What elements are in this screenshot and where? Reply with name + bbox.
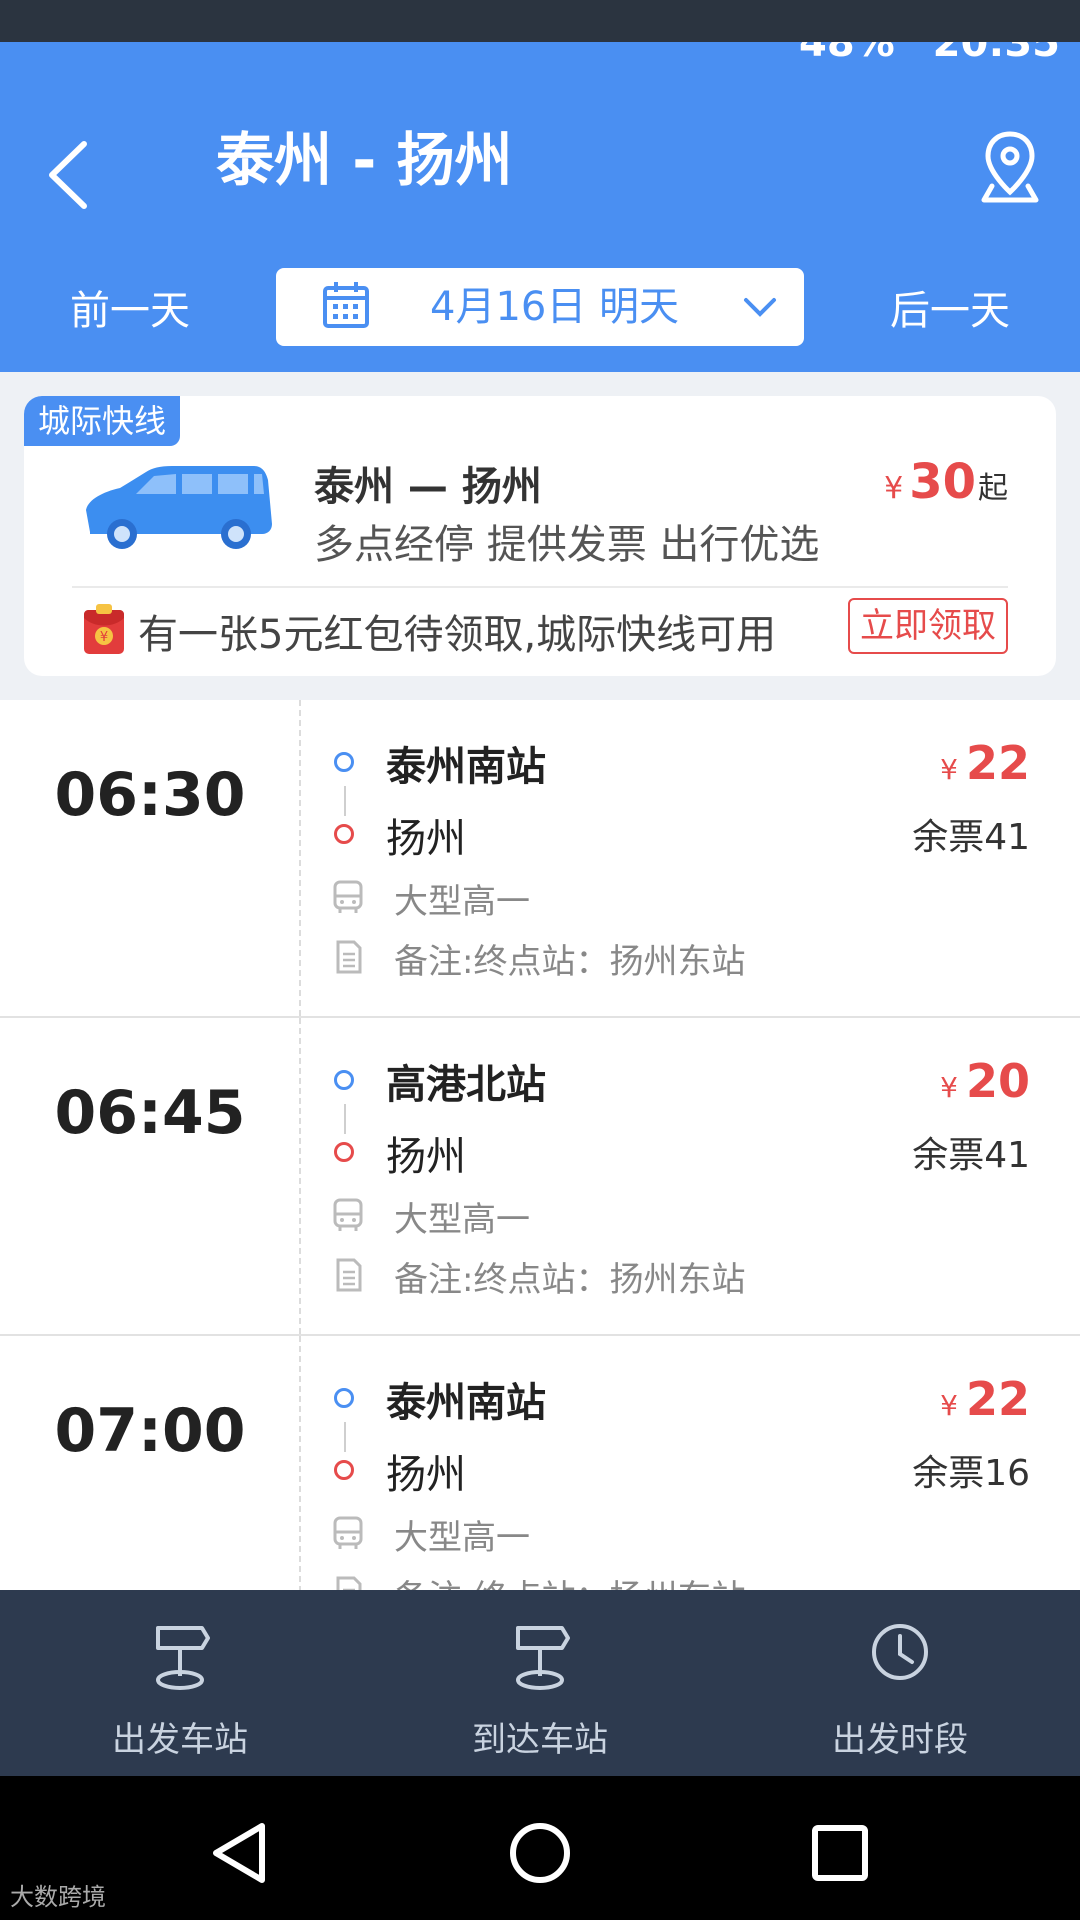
van-icon bbox=[86, 466, 272, 549]
trip-row[interactable]: 06:45 高港北站 扬州 ¥20 余票41 大型高一 备注:终点站：扬州东站 bbox=[0, 1018, 1080, 1336]
date-picker[interactable]: 4月16日 明天 bbox=[276, 268, 804, 346]
destination-dot-icon bbox=[334, 824, 354, 844]
nav-home-icon[interactable] bbox=[505, 1818, 575, 1888]
price-amount: 22 bbox=[965, 1372, 1030, 1426]
destination: 扬州 bbox=[386, 1452, 466, 1498]
trip-note: 备注:终点站：扬州东站 bbox=[394, 1260, 746, 1300]
next-day-button[interactable]: 后一天 bbox=[890, 278, 1010, 336]
battery-level: 48% bbox=[798, 42, 895, 66]
map-location-button[interactable] bbox=[978, 128, 1042, 208]
header: 48% 20:35 泰州 - 扬州 前一天 4月16日 明天 后一天 bbox=[0, 42, 1080, 372]
trip-row[interactable]: 06:30 泰州南站 扬州 ¥22 余票41 大型高一 备注:终点站：扬州东站 bbox=[0, 700, 1080, 1018]
trip-note: 备注:终点站：扬州东站 bbox=[394, 942, 746, 982]
filter-label: 到达车站 bbox=[472, 1720, 608, 1760]
divider bbox=[299, 700, 301, 1016]
promo-price: ¥30起 bbox=[884, 454, 1008, 510]
note-icon bbox=[336, 1258, 362, 1292]
route-connector bbox=[344, 786, 346, 816]
status-bar bbox=[0, 0, 1080, 42]
bus-type: 大型高一 bbox=[394, 1200, 530, 1240]
departure-time: 06:45 bbox=[54, 1078, 246, 1148]
origin-station: 泰州南站 bbox=[386, 744, 546, 790]
origin-dot-icon bbox=[334, 752, 354, 772]
intercity-express-card[interactable]: 城际快线 泰州 — 扬州 多点经停 提供发票 出行优选 ¥30起 ¥ 有一张5元… bbox=[24, 396, 1056, 676]
divider bbox=[72, 586, 1008, 588]
currency-symbol: ¥ bbox=[940, 1389, 958, 1422]
origin-dot-icon bbox=[334, 1388, 354, 1408]
origin-dot-icon bbox=[334, 1070, 354, 1090]
clock: 20:35 bbox=[932, 42, 1060, 66]
chevron-down-icon bbox=[744, 298, 776, 317]
filter-bar: 出发车站 到达车站 出发时段 bbox=[0, 1590, 1080, 1776]
back-arrow-icon bbox=[49, 141, 87, 209]
destination-dot-icon bbox=[334, 1460, 354, 1480]
ticket-price: ¥20 bbox=[940, 1054, 1030, 1108]
prev-day-button[interactable]: 前一天 bbox=[70, 278, 190, 336]
station-sign-icon bbox=[156, 1626, 210, 1690]
promo-badge: 城际快线 bbox=[24, 396, 181, 446]
status-readout: 48% 20:35 bbox=[775, 42, 1060, 66]
currency-symbol: ¥ bbox=[884, 471, 904, 506]
destination: 扬州 bbox=[386, 816, 466, 862]
back-button[interactable] bbox=[40, 120, 100, 230]
bus-icon bbox=[333, 1516, 363, 1549]
clock-icon bbox=[872, 1624, 928, 1680]
price-amount: 22 bbox=[965, 736, 1030, 790]
price-amount: 20 bbox=[965, 1054, 1030, 1108]
departure-time: 07:00 bbox=[54, 1396, 246, 1466]
divider bbox=[299, 1018, 301, 1334]
promo-route: 泰州 — 扬州 bbox=[314, 464, 542, 510]
origin-station: 高港北站 bbox=[386, 1062, 546, 1108]
note-icon bbox=[336, 940, 362, 974]
seats-remaining: 余票41 bbox=[912, 817, 1030, 858]
seats-remaining: 余票16 bbox=[912, 1453, 1030, 1494]
nav-back-icon[interactable] bbox=[206, 1818, 276, 1888]
departure-time: 06:30 bbox=[54, 760, 246, 830]
promo-price-amount: 30 bbox=[909, 454, 976, 510]
note-icon bbox=[336, 1576, 362, 1590]
route-connector bbox=[344, 1104, 346, 1134]
ticket-price: ¥22 bbox=[940, 736, 1030, 790]
origin-station: 泰州南站 bbox=[386, 1380, 546, 1426]
page-title: 泰州 - 扬州 bbox=[216, 126, 513, 194]
red-envelope-message: 有一张5元红包待领取,城际快线可用 bbox=[138, 612, 777, 658]
route-connector bbox=[344, 1422, 346, 1452]
trip-row[interactable]: 07:00 泰州南站 扬州 ¥22 余票16 大型高一 备注:终点站：扬州东站 bbox=[0, 1336, 1080, 1590]
claim-button[interactable]: 立即领取 bbox=[848, 598, 1008, 654]
bus-icon bbox=[333, 1198, 363, 1231]
filter-label: 出发车站 bbox=[112, 1720, 248, 1760]
station-sign-icon bbox=[516, 1626, 570, 1690]
bus-type: 大型高一 bbox=[394, 1518, 530, 1558]
seats-remaining: 余票41 bbox=[912, 1135, 1030, 1176]
trip-list: 06:30 泰州南站 扬州 ¥22 余票41 大型高一 备注:终点站：扬州东站 … bbox=[0, 700, 1080, 1590]
selected-date: 4月16日 明天 bbox=[430, 284, 680, 330]
destination-dot-icon bbox=[334, 1142, 354, 1162]
nav-recents-icon[interactable] bbox=[805, 1818, 875, 1888]
svg-text:¥: ¥ bbox=[100, 630, 108, 645]
watermark: 大数跨境 bbox=[10, 1883, 106, 1911]
location-pin-icon bbox=[981, 131, 1039, 203]
bus-type: 大型高一 bbox=[394, 882, 530, 922]
trip-note: 备注:终点站：扬州东站 bbox=[394, 1570, 745, 1590]
arrival-station-filter[interactable]: 到达车站 bbox=[360, 1590, 720, 1776]
promo-tags: 多点经停 提供发票 出行优选 bbox=[314, 522, 820, 568]
filter-label: 出发时段 bbox=[832, 1720, 968, 1760]
price-suffix: 起 bbox=[978, 471, 1008, 506]
currency-symbol: ¥ bbox=[940, 1071, 958, 1104]
red-envelope-icon: ¥ bbox=[84, 604, 124, 654]
ticket-price: ¥22 bbox=[940, 1372, 1030, 1426]
system-nav-bar: 大数跨境 bbox=[0, 1776, 1080, 1920]
calendar-icon bbox=[323, 282, 369, 328]
departure-time-filter[interactable]: 出发时段 bbox=[720, 1590, 1080, 1776]
departure-station-filter[interactable]: 出发车站 bbox=[0, 1590, 360, 1776]
currency-symbol: ¥ bbox=[940, 753, 958, 786]
bus-icon bbox=[333, 880, 363, 913]
destination: 扬州 bbox=[386, 1134, 466, 1180]
